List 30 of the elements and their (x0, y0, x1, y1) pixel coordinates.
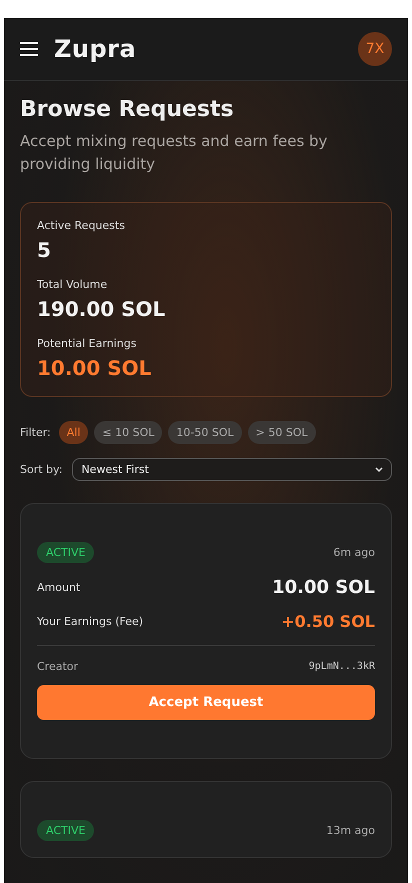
creator-label: Creator (37, 660, 78, 673)
sort-label: Sort by: (20, 463, 62, 476)
user-avatar[interactable]: 7X (358, 32, 392, 66)
amount-label: Amount (37, 581, 80, 594)
sort-dropdown[interactable]: Newest First (72, 458, 392, 481)
filter-chip[interactable]: 10-50 SOL (168, 421, 242, 444)
stat-value: 190.00 SOL (37, 297, 166, 321)
accept-button[interactable]: Accept Request (37, 685, 375, 720)
app-logo[interactable]: Zupra (54, 35, 136, 63)
filter-label: Filter: (20, 426, 51, 439)
stat-label: Potential Earnings (37, 337, 138, 350)
menu-icon[interactable] (20, 42, 38, 56)
creator-address: 9pLmN...3kR (308, 661, 375, 672)
filter-chip[interactable]: All (58, 421, 88, 444)
earnings-label: Your Earnings (Fee) (37, 615, 144, 628)
time-ago: 6m ago (333, 546, 375, 559)
filter-chip[interactable]: > 50 SOL (248, 421, 316, 444)
chevron-icon (375, 466, 383, 472)
earnings-value: +0.50 SOL (281, 612, 375, 631)
time-ago: 13m ago (326, 824, 375, 837)
stat-value: 5 (37, 238, 52, 262)
stat-label: Active Requests (37, 219, 126, 232)
status-badge: ACTIVE (37, 542, 94, 563)
page-subtitle: Accept mixing requests and earn fees by providing liquidity (20, 131, 328, 175)
status-badge: ACTIVE (37, 820, 94, 841)
amount-value: 10.00 SOL (272, 577, 375, 598)
page-title: Browse Requests (20, 97, 235, 122)
stat-label: Total Volume (37, 278, 108, 291)
filter-chip[interactable]: ≤ 10 SOL (94, 421, 162, 444)
stat-value: 10.00 SOL (37, 356, 152, 380)
